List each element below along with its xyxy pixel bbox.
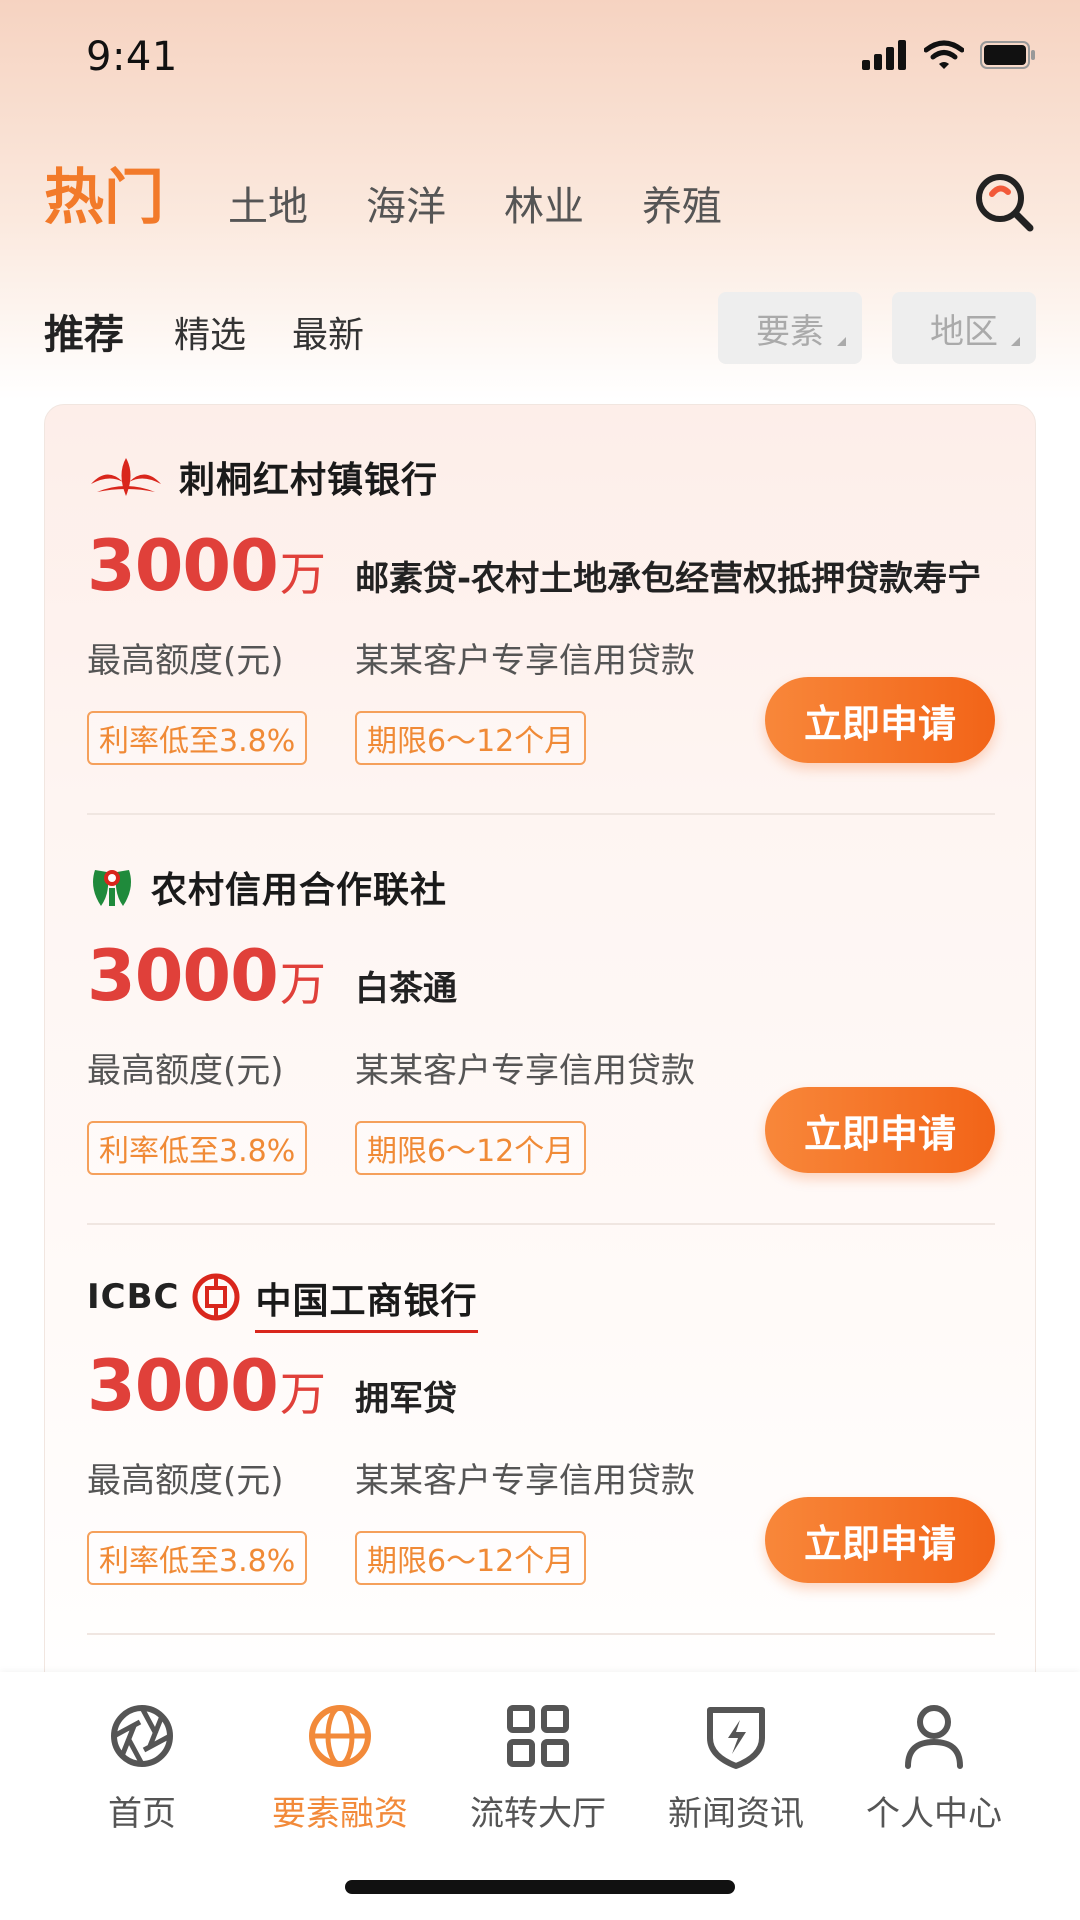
filter-region-dropdown[interactable]: 地区 <box>892 292 1036 364</box>
bank-header: 农村信用合作联社 <box>87 859 447 915</box>
loan-card[interactable]: ICBC 中国工商银行 3000万 拥军贷 最高额度(元) 某某客户专享信用贷款… <box>45 1225 1035 1635</box>
amount-unit: 万 <box>279 547 326 601</box>
filter-region-label: 地区 <box>930 311 998 352</box>
dropdown-triangle-icon <box>837 337 846 346</box>
page: 9:41 热门 土地 海洋 林业 养殖 推荐 精选 最新 要素 地区 刺桐红村镇… <box>0 0 1080 1920</box>
signal-icon <box>862 40 906 70</box>
rate-tag: 利率低至3.8% <box>87 711 308 765</box>
tab-label: 个人中心 <box>866 1794 1002 1834</box>
loan-list: 刺桐红村镇银行 3000万 邮素贷-农村土地承包经营权抵押贷款寿宁 最高额度(元… <box>44 404 1036 1744</box>
filter-element-dropdown[interactable]: 要素 <box>718 292 862 364</box>
battery-icon <box>980 41 1035 69</box>
sub-tab-recommend[interactable]: 推荐 <box>44 302 124 360</box>
product-name: 拥军贷 <box>355 1379 457 1419</box>
tab-label: 首页 <box>108 1794 176 1834</box>
bank-name: 刺桐红村镇银行 <box>179 459 439 501</box>
term-tag: 期限6～12个月 <box>355 1531 587 1585</box>
tab-label: 新闻资讯 <box>668 1794 804 1834</box>
tab-news[interactable]: 新闻资讯 <box>637 1700 835 1840</box>
dropdown-triangle-icon <box>1011 337 1020 346</box>
max-amount-label: 最高额度(元) <box>87 1461 284 1501</box>
sub-tab-featured[interactable]: 精选 <box>174 306 246 358</box>
tab-profile[interactable]: 个人中心 <box>835 1700 1033 1840</box>
status-bar: 9:41 <box>0 0 1080 120</box>
apply-button[interactable]: 立即申请 <box>765 677 995 763</box>
tab-label: 要素融资 <box>272 1794 408 1834</box>
term-tag: 期限6～12个月 <box>355 711 587 765</box>
category-tab-breeding[interactable]: 养殖 <box>642 174 722 232</box>
max-amount-label: 最高额度(元) <box>87 1051 284 1091</box>
amount-value: 3000 <box>87 935 279 1017</box>
category-tab-hot[interactable]: 热门 <box>44 149 164 236</box>
category-tab-ocean[interactable]: 海洋 <box>366 174 446 232</box>
rural-credit-logo-icon <box>93 870 131 906</box>
tab-factor-financing[interactable]: 要素融资 <box>241 1700 439 1840</box>
amount-unit: 万 <box>279 1367 326 1421</box>
amount-value: 3000 <box>87 1345 279 1427</box>
search-button[interactable] <box>972 170 1036 234</box>
amount-unit: 万 <box>279 957 326 1011</box>
product-name: 白茶通 <box>355 969 457 1009</box>
bank-name: 中国工商银行 <box>255 1272 478 1333</box>
sub-tab-latest[interactable]: 最新 <box>292 306 364 358</box>
icbc-logo-icon <box>192 1273 240 1321</box>
product-name: 邮素贷-农村土地承包经营权抵押贷款寿宁 <box>355 559 982 599</box>
icbc-wordmark: ICBC <box>87 1277 180 1317</box>
tab-label: 流转大厅 <box>470 1794 606 1834</box>
loan-card[interactable]: 刺桐红村镇银行 3000万 邮素贷-农村土地承包经营权抵押贷款寿宁 最高额度(元… <box>45 405 1035 815</box>
home-indicator[interactable] <box>345 1880 735 1894</box>
loan-amount: 3000万 <box>87 935 326 1017</box>
grid-icon <box>507 1705 569 1767</box>
category-tab-forestry[interactable]: 林业 <box>504 174 584 232</box>
bank-header: 刺桐红村镇银行 <box>87 449 438 505</box>
filter-row: 推荐 精选 最新 要素 地区 <box>44 292 1036 366</box>
loan-card[interactable]: 农村信用合作联社 3000万 白茶通 最高额度(元) 某某客户专享信用贷款 利率… <box>45 815 1035 1225</box>
aperture-icon <box>111 1705 173 1767</box>
person-icon <box>905 1705 963 1769</box>
max-amount-label: 最高额度(元) <box>87 641 284 681</box>
globe-icon <box>309 1705 371 1767</box>
status-time: 9:41 <box>86 34 178 80</box>
term-tag: 期限6～12个月 <box>355 1121 587 1175</box>
wifi-icon <box>924 40 964 69</box>
bank-name: 农村信用合作联社 <box>151 869 448 911</box>
product-description: 某某客户专享信用贷款 <box>355 1461 695 1501</box>
bank-header: ICBC 中国工商银行 <box>87 1269 478 1333</box>
product-description: 某某客户专享信用贷款 <box>355 641 695 681</box>
shield-bolt-icon <box>707 1707 765 1769</box>
category-tab-land[interactable]: 土地 <box>228 174 308 232</box>
amount-value: 3000 <box>87 525 279 607</box>
divider <box>87 1633 995 1635</box>
product-description: 某某客户专享信用贷款 <box>355 1051 695 1091</box>
category-nav: 热门 土地 海洋 林业 养殖 <box>44 150 1036 250</box>
filter-element-label: 要素 <box>756 311 824 352</box>
loan-amount: 3000万 <box>87 525 326 607</box>
search-icon <box>976 174 1034 232</box>
status-icons <box>862 40 1036 70</box>
loan-amount: 3000万 <box>87 1345 326 1427</box>
tab-home[interactable]: 首页 <box>43 1700 241 1840</box>
rate-tag: 利率低至3.8% <box>87 1531 308 1585</box>
apply-button[interactable]: 立即申请 <box>765 1087 995 1173</box>
tab-transfer-hall[interactable]: 流转大厅 <box>439 1700 637 1840</box>
cituong-bank-logo-icon <box>91 458 161 496</box>
rate-tag: 利率低至3.8% <box>87 1121 308 1175</box>
apply-button[interactable]: 立即申请 <box>765 1497 995 1583</box>
